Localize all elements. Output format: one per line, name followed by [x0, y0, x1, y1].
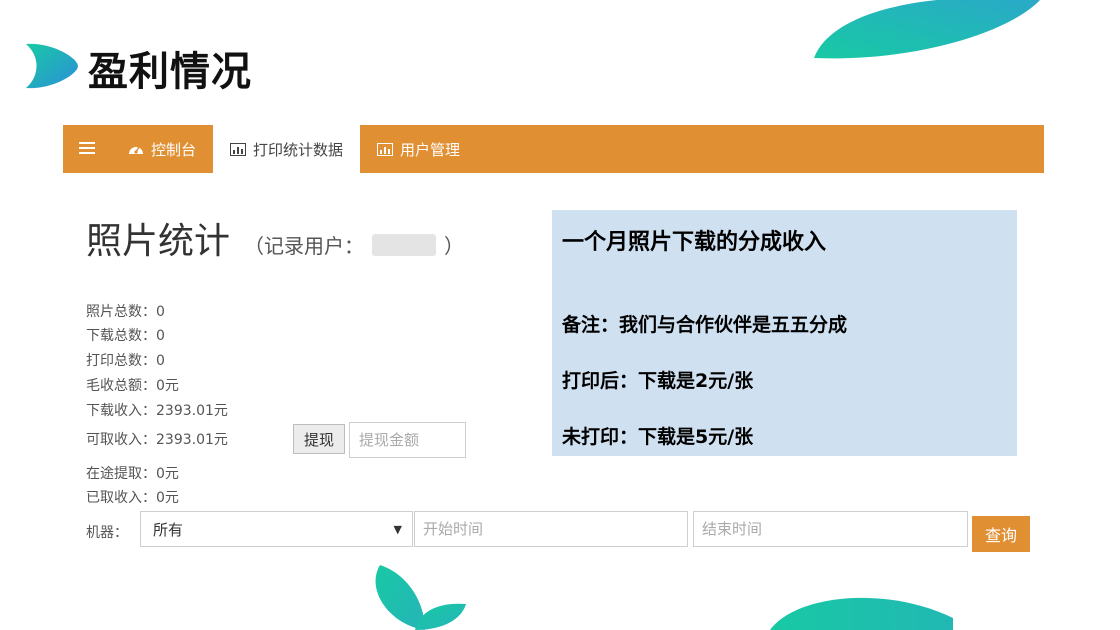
revenue-note-box: 一个月照片下载的分成收入 备注：我们与合作伙伴是五五分成 打印后：下载是2元/张…: [552, 210, 1017, 456]
query-button[interactable]: 查询: [972, 516, 1030, 552]
decorative-leaf-top-right: [812, 0, 1042, 62]
decorative-leaf-bottom-center: [370, 560, 470, 630]
end-time-input[interactable]: [693, 511, 968, 547]
stat-photo-total: 照片总数：0: [86, 304, 165, 320]
slide-title: 盈利情况: [88, 49, 252, 95]
page-title: 照片统计: [86, 221, 231, 262]
nav-item-label: 打印统计数据: [253, 140, 344, 159]
stat-withdrawn-income: 已取收入：0元: [86, 490, 179, 506]
slide-header: 盈利情况: [22, 38, 252, 98]
note-line-unprinted: 未打印：下载是5元/张: [562, 426, 754, 448]
dashboard-icon: [128, 142, 144, 156]
note-title: 一个月照片下载的分成收入: [562, 230, 827, 255]
record-user-prefix: （记录用户：: [244, 234, 365, 258]
caret-down-icon: ▼: [393, 522, 402, 536]
stat-gross-revenue: 毛收总额：0元: [86, 378, 179, 394]
machine-label: 机器：: [86, 525, 128, 541]
record-user-label: （记录用户： ）: [244, 230, 464, 259]
withdraw-button[interactable]: 提现: [293, 424, 345, 454]
note-line-printed: 打印后：下载是2元/张: [562, 370, 754, 392]
decorative-leaf-bottom-right: [765, 590, 955, 630]
bar-chart-icon: [230, 142, 247, 156]
stat-print-total: 打印总数：0: [86, 353, 165, 369]
machine-select[interactable]: 所有 ▼: [140, 511, 413, 547]
leaf-bullet-icon: [22, 40, 80, 96]
withdraw-amount-input[interactable]: [349, 422, 466, 458]
stat-in-transit: 在途提取：0元: [86, 466, 179, 482]
nav-item-label: 控制台: [151, 140, 197, 159]
top-navbar: 控制台 打印统计数据 用户管理: [63, 125, 1044, 173]
nav-item-print-stats[interactable]: 打印统计数据: [213, 125, 361, 173]
nav-item-dashboard[interactable]: 控制台: [111, 125, 213, 173]
record-user-suffix: ）: [444, 234, 465, 258]
redacted-username: [372, 233, 437, 256]
machine-select-value: 所有: [153, 520, 184, 539]
nav-item-label: 用户管理: [400, 140, 461, 159]
menu-toggle-button[interactable]: [63, 125, 111, 173]
note-line-split: 备注：我们与合作伙伴是五五分成: [562, 314, 848, 336]
hamburger-icon: [79, 139, 95, 160]
stat-withdrawable-income: 可取收入：2393.01元: [86, 432, 228, 448]
page-heading: 照片统计 （记录用户： ）: [86, 212, 464, 264]
stat-download-income: 下载收入：2393.01元: [86, 403, 228, 419]
stat-download-total: 下载总数：0: [86, 328, 165, 344]
bar-chart-icon: [377, 142, 394, 156]
nav-item-user-management[interactable]: 用户管理: [360, 125, 477, 173]
start-time-input[interactable]: [414, 511, 688, 547]
